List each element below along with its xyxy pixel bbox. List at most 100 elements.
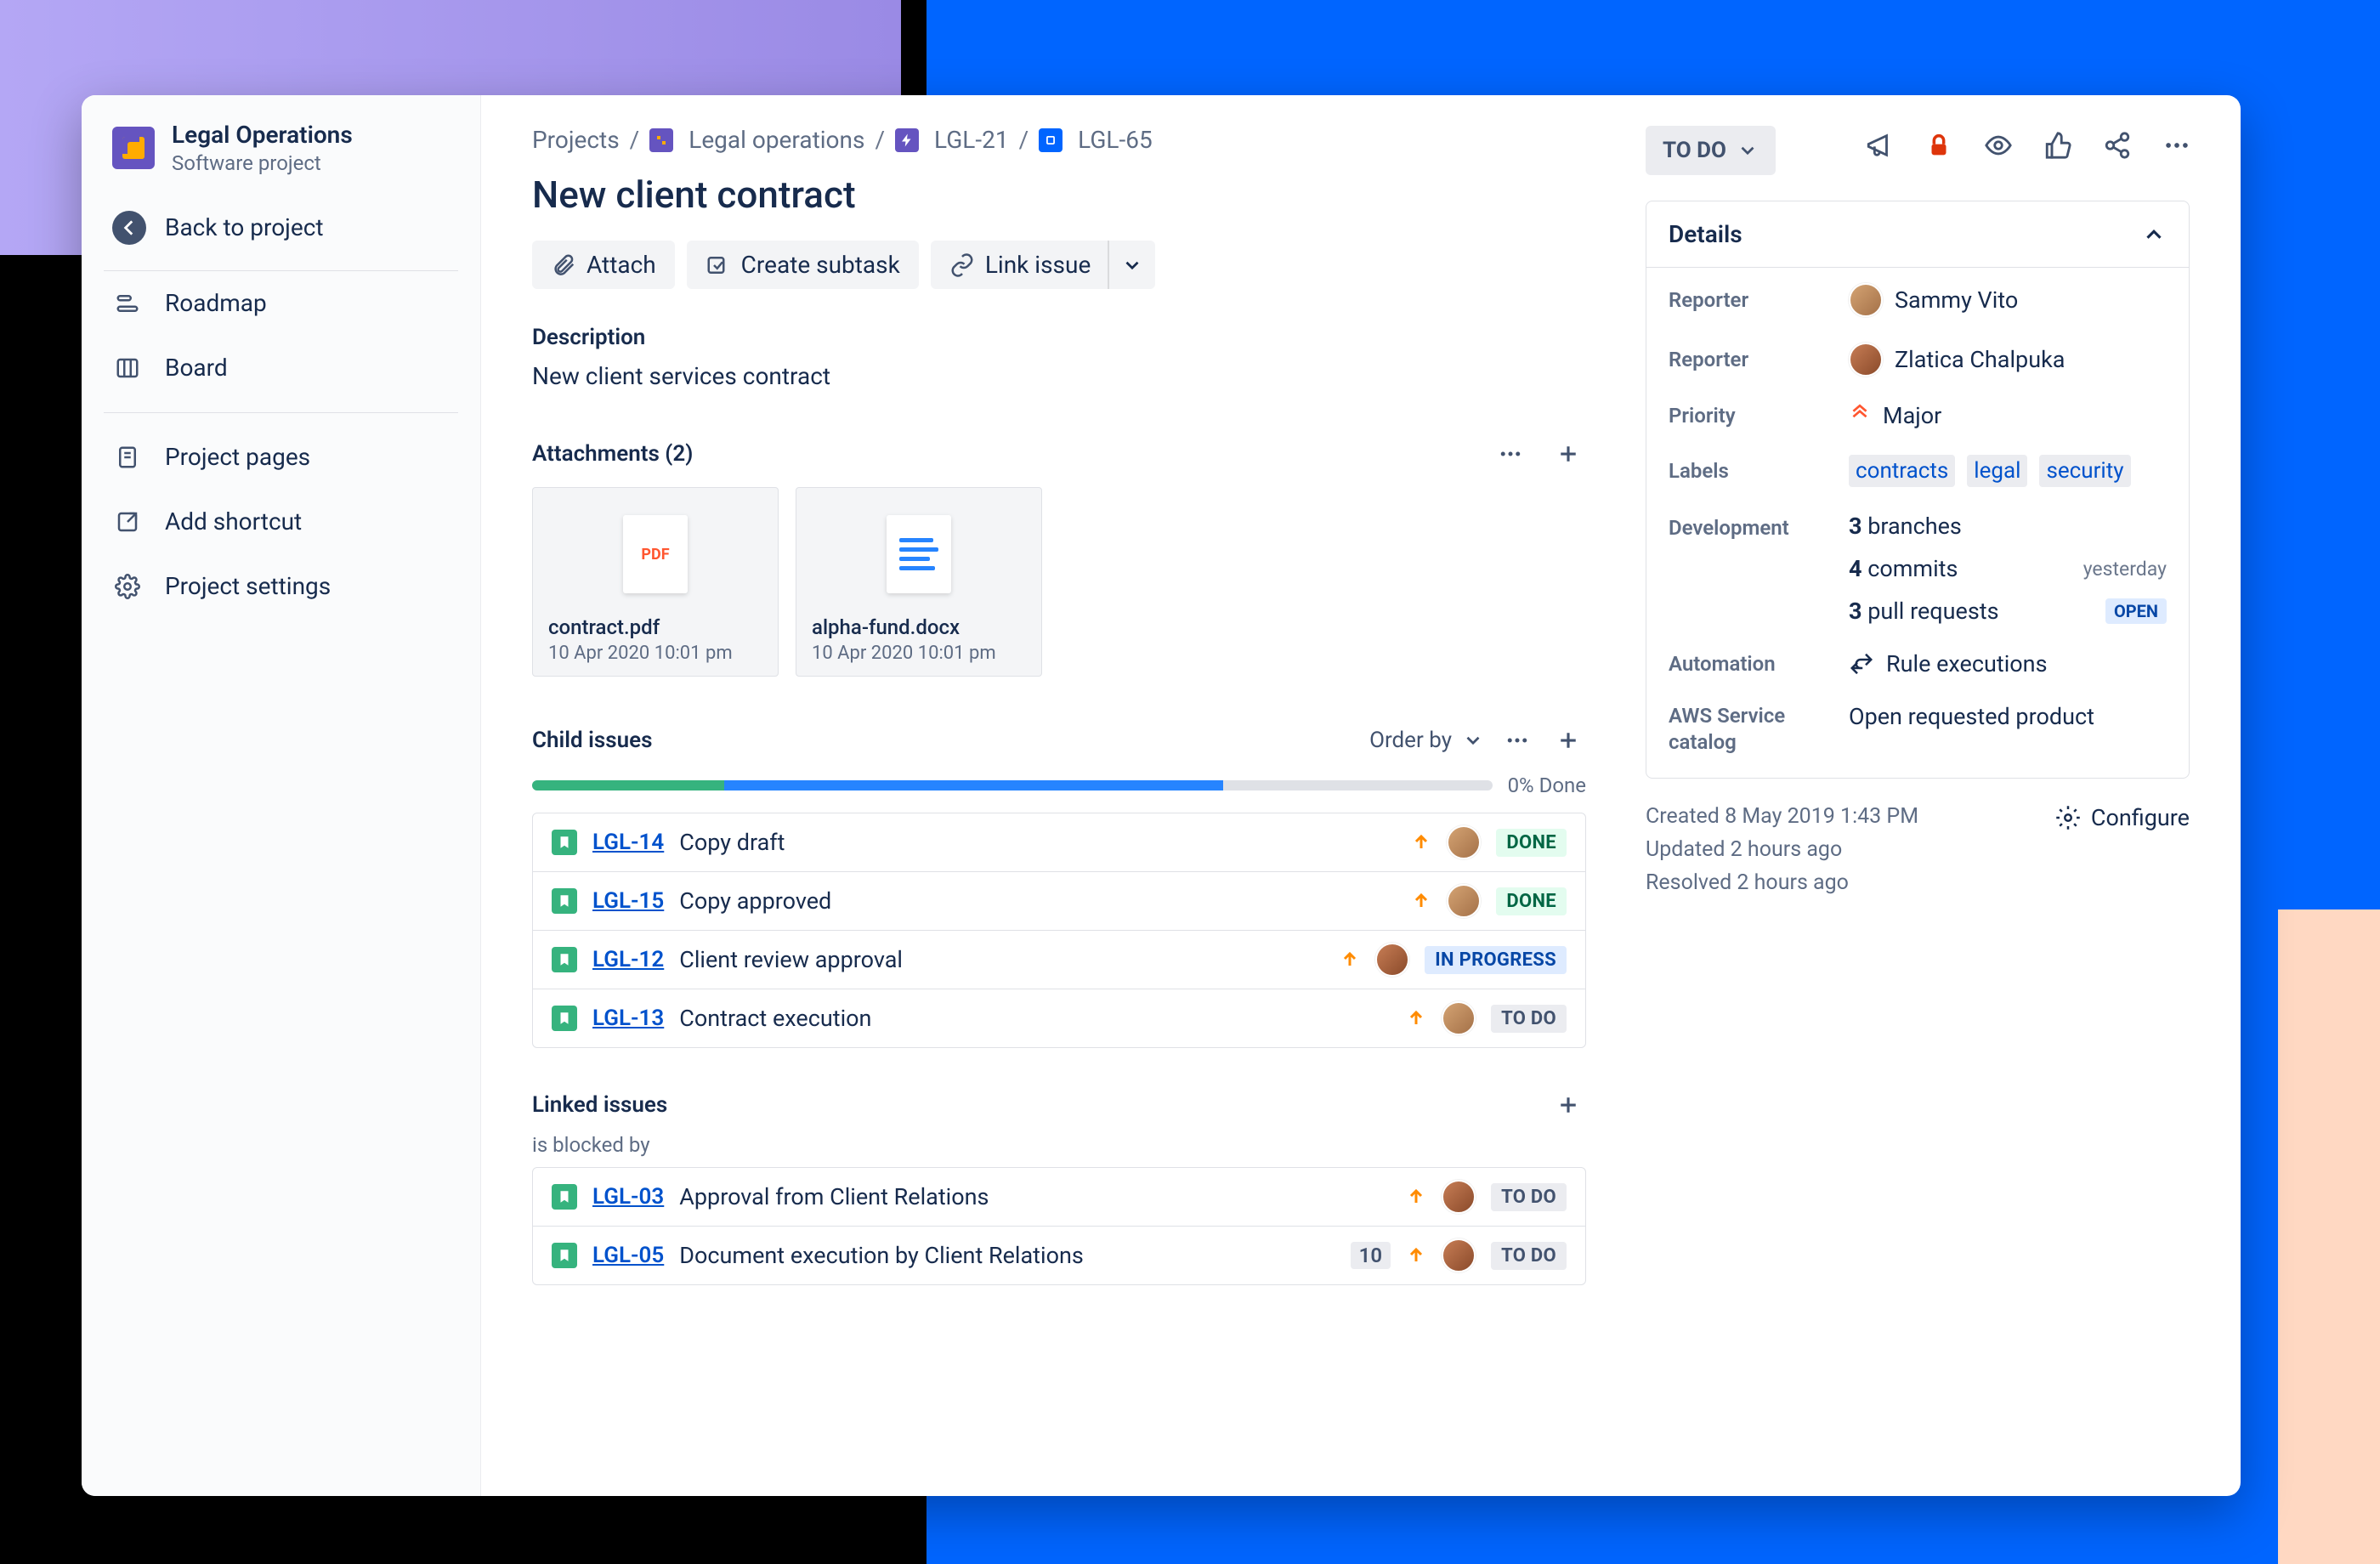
dev-line[interactable]: 3 pull requestsOPEN (1849, 598, 2167, 625)
detail-row-aws[interactable]: AWS Service catalog Open requested produ… (1669, 703, 2167, 756)
status-dropdown[interactable]: TO DO (1646, 126, 1776, 175)
attach-button[interactable]: Attach (532, 241, 675, 289)
issue-row[interactable]: LGL-12 Client review approval IN PROGRES… (533, 930, 1585, 989)
sidebar-item-project-pages[interactable]: Project pages (82, 425, 480, 490)
issue-key[interactable]: LGL-13 (592, 1006, 664, 1031)
avatar[interactable] (1447, 825, 1481, 859)
sidebar: Legal Operations Software project Back t… (82, 95, 481, 1496)
progress-pct: 0% Done (1508, 774, 1586, 797)
avatar[interactable] (1442, 1180, 1476, 1214)
status-badge[interactable]: DONE (1496, 887, 1567, 915)
sidebar-item-add-shortcut[interactable]: Add shortcut (82, 490, 480, 554)
label-chip[interactable]: legal (1967, 455, 2027, 487)
issue-key[interactable]: LGL-05 (592, 1243, 664, 1268)
avatar[interactable] (1442, 1001, 1476, 1035)
status-badge[interactable]: TO DO (1491, 1005, 1567, 1033)
header-actions (1860, 126, 2196, 165)
link-issue-button[interactable]: Link issue (931, 241, 1109, 289)
project-header[interactable]: Legal Operations Software project (82, 121, 480, 196)
description-heading: Description (532, 325, 1586, 350)
issue-key[interactable]: LGL-12 (592, 947, 664, 972)
detail-row-reporter2[interactable]: Reporter Zlatica Chalpuka (1669, 343, 2167, 377)
detail-row-labels[interactable]: Labels contractslegalsecurity (1669, 455, 2167, 487)
open-badge: OPEN (2105, 598, 2167, 624)
issue-type-icon (552, 947, 577, 972)
sidebar-item-project-settings[interactable]: Project settings (82, 554, 480, 619)
lock-icon[interactable] (1919, 126, 1958, 165)
gear-icon (112, 571, 143, 602)
link-icon (949, 252, 975, 278)
back-label: Back to project (165, 213, 324, 241)
more-icon[interactable] (2157, 126, 2196, 165)
dev-line[interactable]: 4 commitsyesterday (1849, 555, 2167, 582)
issue-row[interactable]: LGL-14 Copy draft DONE (533, 813, 1585, 871)
crumb-issue-key[interactable]: LGL-65 (1078, 126, 1153, 154)
app-window: Legal Operations Software project Back t… (82, 95, 2241, 1496)
avatar[interactable] (1447, 884, 1481, 918)
issue-key[interactable]: LGL-14 (592, 830, 664, 855)
dev-line[interactable]: 3 branches (1849, 513, 2167, 540)
priority-icon (1411, 832, 1431, 853)
updated-meta: Updated 2 hours ago (1646, 837, 1918, 862)
issue-summary: Copy draft (679, 829, 1396, 856)
status-badge[interactable]: IN PROGRESS (1425, 946, 1567, 974)
sidebar-item-roadmap[interactable]: Roadmap (82, 271, 480, 336)
megaphone-icon[interactable] (1860, 126, 1899, 165)
child-add-icon[interactable] (1550, 722, 1586, 758)
attachments-add-icon[interactable] (1550, 436, 1586, 472)
attachment-card[interactable]: alpha-fund.docx 10 Apr 2020 10:01 pm (796, 487, 1042, 677)
create-subtask-button[interactable]: Create subtask (687, 241, 919, 289)
linked-issues-heading: Linked issues (532, 1092, 667, 1118)
issue-toolbar: Attach Create subtask Link issue (532, 241, 1586, 289)
status-badge[interactable]: TO DO (1491, 1242, 1567, 1270)
attachments-more-icon[interactable] (1493, 436, 1528, 472)
issue-title[interactable]: New client contract (532, 173, 1586, 217)
detail-row-priority[interactable]: Priority Major (1669, 402, 2167, 429)
thumbs-up-icon[interactable] (2038, 126, 2077, 165)
detail-row-reporter1[interactable]: Reporter Sammy Vito (1669, 283, 2167, 317)
child-progress-bar (532, 780, 1493, 790)
priority-icon (1406, 1245, 1426, 1266)
configure-button[interactable]: Configure (2055, 804, 2190, 831)
issue-type-icon (552, 1006, 577, 1031)
order-by-button[interactable]: Order by (1369, 728, 1484, 753)
crumb-project[interactable]: Legal operations (688, 126, 864, 154)
avatar[interactable] (1442, 1238, 1476, 1272)
issue-row[interactable]: LGL-05 Document execution by Client Rela… (533, 1226, 1585, 1284)
project-type-icon (649, 128, 673, 152)
main-content: Projects / Legal operations / LGL-21 / L… (481, 95, 2241, 1496)
issue-type-icon (552, 1243, 577, 1268)
details-panel: Details Reporter Sammy Vito Reporter (1646, 201, 2190, 779)
description-text[interactable]: New client services contract (532, 362, 1586, 390)
issue-row[interactable]: LGL-13 Contract execution TO DO (533, 989, 1585, 1047)
label-chip[interactable]: security (2039, 455, 2130, 487)
issue-row[interactable]: LGL-15 Copy approved DONE (533, 871, 1585, 930)
label-chip[interactable]: contracts (1849, 455, 1955, 487)
crumb-projects[interactable]: Projects (532, 126, 620, 154)
issue-type-icon (552, 830, 577, 855)
sidebar-item-board[interactable]: Board (82, 336, 480, 400)
back-to-project-button[interactable]: Back to project (82, 196, 480, 270)
eye-icon[interactable] (1979, 126, 2018, 165)
crumb-parent-key[interactable]: LGL-21 (934, 126, 1009, 154)
issue-key[interactable]: LGL-15 (592, 888, 664, 914)
attachments-heading: Attachments (2) (532, 441, 693, 467)
detail-row-automation[interactable]: Automation Rule executions (1669, 650, 2167, 677)
issue-row[interactable]: LGL-03 Approval from Client Relations TO… (533, 1168, 1585, 1226)
details-header[interactable]: Details (1646, 201, 2189, 268)
attachment-name: contract.pdf (548, 615, 762, 639)
avatar[interactable] (1375, 943, 1409, 977)
child-more-icon[interactable] (1499, 722, 1535, 758)
linked-add-icon[interactable] (1550, 1087, 1586, 1123)
status-badge[interactable]: TO DO (1491, 1183, 1567, 1211)
dev-meta: yesterday (2083, 558, 2167, 581)
attachment-card[interactable]: PDF contract.pdf 10 Apr 2020 10:01 pm (532, 487, 779, 677)
arrow-left-icon (112, 211, 146, 245)
avatar (1849, 283, 1883, 317)
issue-type-icon (552, 1184, 577, 1210)
status-badge[interactable]: DONE (1496, 829, 1567, 857)
link-issue-dropdown[interactable] (1108, 241, 1155, 289)
subtask-icon (706, 252, 731, 278)
share-icon[interactable] (2098, 126, 2137, 165)
issue-key[interactable]: LGL-03 (592, 1184, 664, 1210)
